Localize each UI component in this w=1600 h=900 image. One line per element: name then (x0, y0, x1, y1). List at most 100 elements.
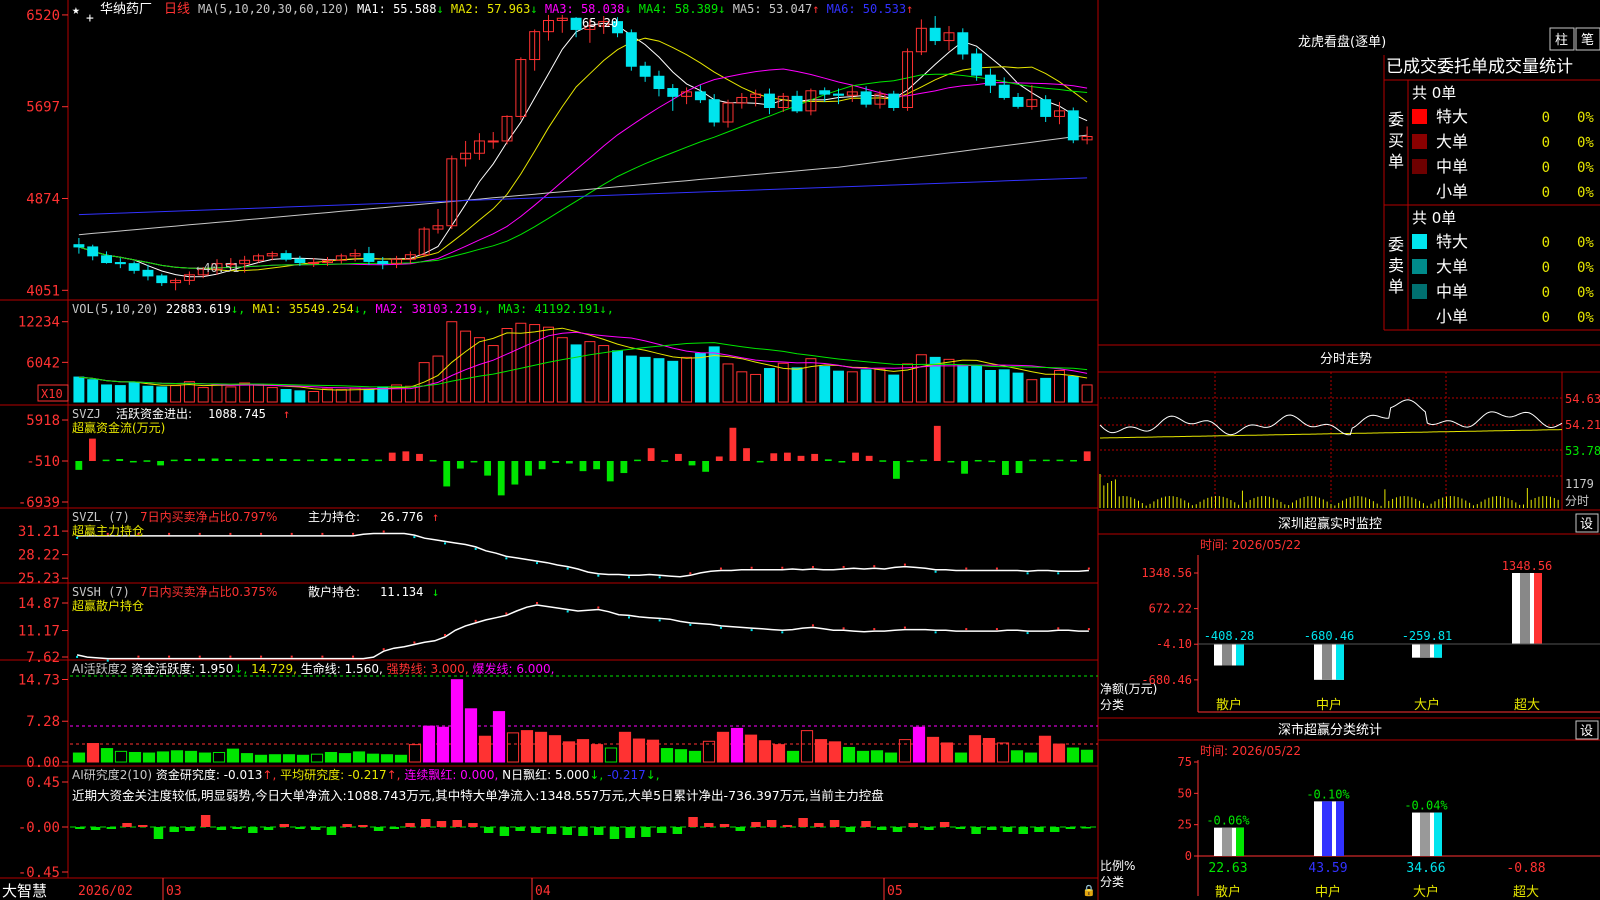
sz-monitor-category: 大户 (1414, 697, 1440, 713)
ma-legend: MA(5,10,20,30,60,120) MA1: 55.588↓ MA2: … (198, 2, 913, 16)
svzj-bar (920, 459, 928, 462)
sz-stats-value-label: 34.66 (1406, 861, 1445, 876)
volume-bar (1054, 370, 1065, 403)
svzj-bar (143, 460, 151, 462)
svzl-sub: 超赢主力持仓 (72, 523, 144, 538)
active-bar (184, 750, 198, 763)
svzl-tick-label: 25.23 (18, 571, 60, 587)
intraday-low: 53.78 (1565, 444, 1600, 458)
svg-text:委: 委 (1388, 235, 1404, 254)
svzl-point (873, 565, 876, 568)
candle (902, 48, 914, 111)
research-bar (248, 827, 258, 833)
candle (722, 99, 734, 128)
volume-bar (722, 363, 734, 403)
sz-stats-value-label: -0.88 (1506, 861, 1545, 876)
candle (335, 253, 347, 264)
svzl-point (229, 532, 232, 535)
volume-bar (101, 384, 112, 403)
svzj-bar (511, 460, 519, 485)
volume-bar (543, 326, 554, 403)
svzl-ratio: 7日内买卖净占比0.797% (140, 509, 277, 524)
sell-row-swatch (1412, 259, 1427, 274)
svzl-point (290, 532, 293, 535)
candle-body (998, 84, 1010, 98)
svzl-point (444, 542, 447, 545)
candle (708, 94, 720, 127)
research-bar (656, 827, 667, 833)
research-bar (153, 827, 164, 839)
active-bar (912, 726, 926, 763)
volume-bar (874, 368, 886, 403)
svzl-point (1087, 567, 1090, 570)
svzj-bar (1083, 451, 1091, 461)
svsh-point (1087, 628, 1090, 631)
svzl-header: SVZL (7) (72, 510, 130, 524)
svzl-tick-label: 31.21 (18, 524, 60, 540)
svzj-bar (797, 455, 805, 461)
svsh-point (444, 634, 447, 637)
active-bar (786, 750, 800, 763)
active-bar (1024, 752, 1038, 763)
research-bar (877, 827, 887, 830)
active-bars (72, 679, 1094, 763)
active-bar (422, 725, 436, 763)
svsh-point (536, 602, 539, 605)
research-bar (358, 825, 368, 827)
sz-monitor-ticks: 1348.56672.22-4.10-680.46 (1141, 566, 1198, 687)
volume-bar (142, 385, 154, 403)
svzj-bar (279, 459, 287, 461)
stock-name[interactable]: 华纳药厂 (100, 2, 152, 17)
candle (432, 209, 444, 234)
active-bar (212, 751, 226, 763)
lock-icon[interactable]: 🔒 (1082, 884, 1096, 897)
volume-bar (1040, 377, 1052, 403)
research-bar (908, 823, 918, 827)
svzj-bar (715, 456, 723, 461)
active-axis: 14.73 7.28 0.00 (18, 673, 68, 771)
candle (929, 16, 941, 46)
volume-bar (984, 370, 996, 403)
candle (543, 14, 554, 41)
sz-stats-bar-shade (1322, 801, 1332, 856)
volume-bar (170, 385, 182, 403)
svsh-point (873, 628, 876, 631)
research-bar (499, 827, 510, 836)
intraday-volume (1099, 474, 1559, 508)
date-label-may: 05 (887, 884, 903, 899)
buy-row-count: 0 (1542, 185, 1550, 201)
research-bar (955, 827, 966, 829)
svzj-label: 活跃资金进出: (116, 406, 192, 421)
svsh-point (934, 631, 937, 634)
svzj-bar (606, 460, 614, 482)
candle (391, 255, 403, 269)
svzj-bar (852, 452, 859, 461)
svzj-bar (552, 460, 560, 463)
intraday-high: 54.63 (1565, 392, 1600, 406)
volume-bar (750, 373, 762, 403)
active-bar (1052, 743, 1066, 763)
active-bar (198, 752, 212, 763)
candle (418, 226, 430, 257)
svzj-bar (579, 460, 587, 472)
sz-stats-bar (1314, 801, 1344, 856)
svzl-point (658, 576, 661, 579)
active-bar (226, 748, 240, 763)
sz-monitor-bar-accent (1534, 573, 1542, 644)
sz-monitor-bar-shade (1520, 573, 1530, 644)
period-label[interactable]: 日线 (164, 2, 190, 17)
star-icon[interactable]: ★ (72, 3, 80, 18)
svzj-bar (116, 459, 124, 461)
svzl-arrow: ↑ (432, 510, 439, 524)
brand-logo: 大智慧 (2, 882, 47, 900)
buy-row-pct: 0% (1577, 110, 1594, 126)
svzl-line (76, 530, 1090, 579)
candle-body (708, 99, 720, 123)
candle-body (1067, 110, 1079, 141)
svzl-point (1026, 572, 1029, 575)
buy-row-swatch (1412, 134, 1427, 149)
candle-body (860, 91, 872, 105)
svzj-bar (593, 460, 601, 470)
research-bar (546, 827, 557, 834)
svzj-bar (824, 459, 832, 461)
